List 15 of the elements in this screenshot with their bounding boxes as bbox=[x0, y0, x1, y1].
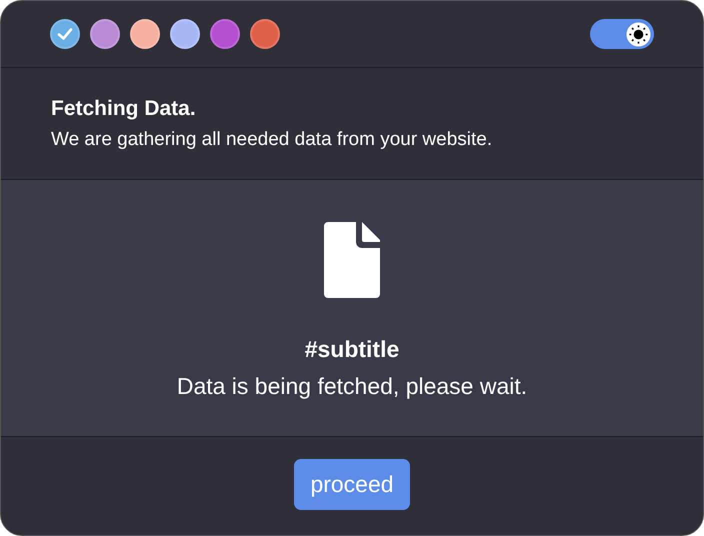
dialog-title: Fetching Data. bbox=[51, 97, 197, 121]
color-swatch[interactable] bbox=[130, 19, 160, 49]
document-icon bbox=[322, 220, 382, 300]
color-swatch[interactable] bbox=[210, 19, 240, 49]
color-swatch[interactable] bbox=[50, 19, 80, 49]
proceed-button[interactable]: proceed bbox=[294, 459, 410, 510]
theme-toggle[interactable] bbox=[590, 19, 654, 49]
subtitle: #subtitle bbox=[304, 336, 400, 363]
color-swatch[interactable] bbox=[250, 19, 280, 49]
color-swatch[interactable] bbox=[170, 19, 200, 49]
dialog-description: We are gathering all needed data from your website. bbox=[51, 129, 494, 151]
color-swatch[interactable] bbox=[90, 19, 120, 49]
status-message: Data is being fetched, please wait. bbox=[176, 373, 528, 400]
check-icon bbox=[57, 26, 73, 42]
sun-icon bbox=[626, 22, 651, 46]
